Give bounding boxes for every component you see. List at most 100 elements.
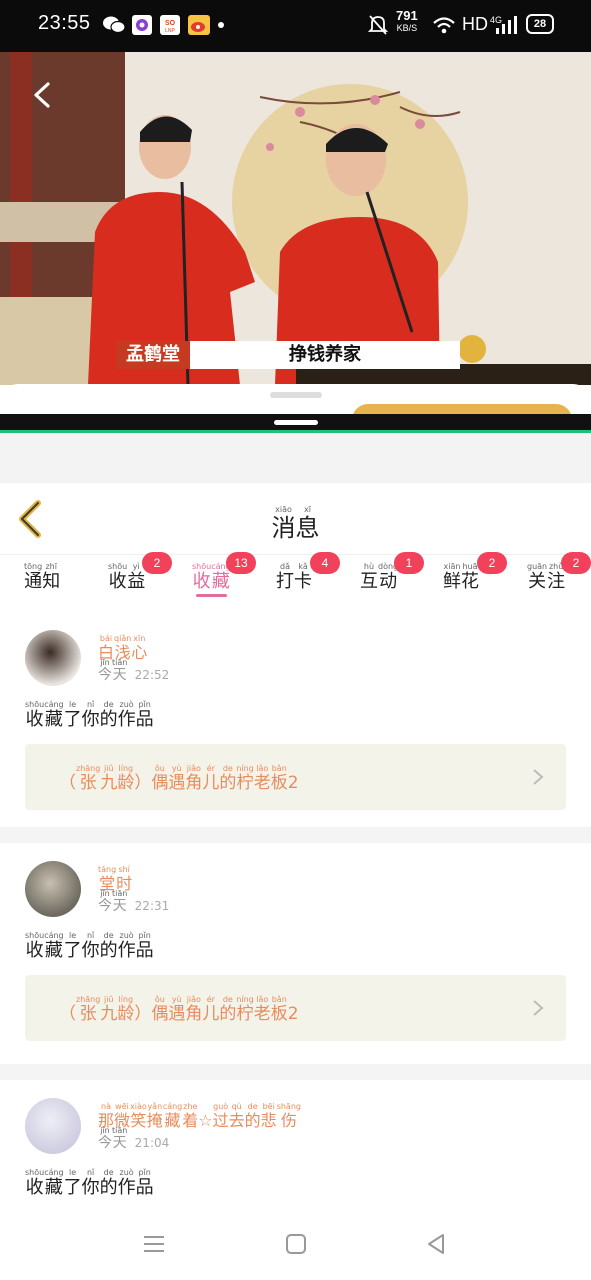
char: 过guò <box>212 1102 229 1130</box>
pinyin: xī <box>295 505 320 514</box>
char: 的de <box>99 700 118 730</box>
char: 打dǎ <box>276 562 294 592</box>
tab-4[interactable]: 互hù动dòng 1 <box>360 552 424 593</box>
char: 卡kǎ <box>294 562 312 592</box>
char: 的de <box>99 1168 118 1198</box>
pinyin: shāng <box>276 1102 301 1111</box>
tab-badge: 2 <box>561 552 591 574</box>
sheet-handle[interactable] <box>270 392 322 398</box>
char: ☆ <box>198 1111 213 1130</box>
pinyin: dǎ <box>276 562 294 571</box>
pinyin: shōu <box>25 931 45 940</box>
work-title: （张zhāng九jiǔ龄líng）偶ǒu遇yù角jiǎo儿ér的de柠níng老… <box>59 995 299 1024</box>
char: 你nǐ <box>81 931 100 961</box>
tab-1[interactable]: 收shōu益yì 2 <box>108 552 172 593</box>
tab-6[interactable]: 关guān注zhù 2 <box>527 552 591 593</box>
user-avatar[interactable] <box>25 861 81 917</box>
time-label: 21:04 <box>134 1136 170 1150</box>
action-text: 收shōu藏cáng了le你nǐ的de作zuò品pǐn <box>25 700 154 731</box>
char: 偶ǒu <box>151 764 169 793</box>
pinyin: de <box>219 995 237 1004</box>
pinyin: nà <box>98 1102 115 1111</box>
message-separator <box>0 1064 591 1080</box>
day-label: 今jīn天tiān <box>98 658 127 683</box>
video-back-icon[interactable] <box>28 80 56 110</box>
pinyin: guò <box>212 1102 229 1111</box>
pinyin: de <box>99 931 118 940</box>
pinyin: cáng <box>162 1102 183 1111</box>
pinyin: yù <box>168 764 186 773</box>
char: 天tiān <box>112 889 128 914</box>
char: 品pǐn <box>135 931 154 961</box>
nav-back-icon[interactable] <box>424 1232 448 1256</box>
pinyin: ǒu <box>151 764 169 773</box>
tab-5[interactable]: 鲜xiān花huā 2 <box>443 552 507 593</box>
char: 藏cáng <box>44 700 64 730</box>
pinyin: lǎo <box>253 995 271 1004</box>
tab-active-indicator <box>196 594 227 597</box>
message-item: 白bái浅qiǎn心xīn 今jīn天tiān22:52 收shōu藏cáng了le… <box>0 612 591 827</box>
tab-3[interactable]: 打dǎ卡kǎ 4 <box>276 552 340 593</box>
char: 品pǐn <box>135 700 154 730</box>
work-title: （张zhāng九jiǔ龄líng）偶ǒu遇yù角jiǎo儿ér的de柠níng老… <box>59 764 299 793</box>
char: 2 <box>287 773 299 793</box>
pinyin: tōng <box>24 562 43 571</box>
char: 的de <box>99 931 118 961</box>
pinyin: cáng <box>44 1168 64 1177</box>
tab-0[interactable]: 通tōng知zhī <box>24 562 60 593</box>
char: ） <box>134 1004 152 1024</box>
work-card[interactable]: （张zhāng九jiǔ龄líng）偶ǒu遇yù角jiǎo儿ér的de柠níng老… <box>25 975 566 1041</box>
tab-2[interactable]: 收shōu藏cáng 13 <box>192 552 256 593</box>
pinyin: shōu <box>108 562 128 571</box>
char: 角jiǎo <box>185 995 203 1024</box>
system-nav-bar <box>0 1208 591 1280</box>
user-avatar[interactable] <box>25 630 81 686</box>
char: 作zuò <box>117 1168 136 1198</box>
pinyin: shōu <box>25 1168 45 1177</box>
signal-4g-icon: 4G <box>490 15 517 34</box>
pinyin: jīn <box>98 889 112 898</box>
video-player[interactable]: 孟鹤堂 挣钱养家 <box>0 52 591 385</box>
char: 的de <box>219 995 237 1024</box>
char: 作zuò <box>117 700 136 730</box>
caption-title: 挣钱养家 <box>190 341 460 369</box>
char: 的de <box>219 764 237 793</box>
tab-bar: 通tōng知zhī 收shōu益yì 2 收shōu藏cáng 13 打dǎ卡kǎ 4 互hù… <box>0 552 591 612</box>
char: 板bǎn <box>270 995 288 1024</box>
char: 了le <box>63 931 82 961</box>
pinyin: zhī <box>42 562 61 571</box>
message-item: 那nà微wēi笑xiào掩yǎn藏cáng着zhe☆过guò去qù的de悲bēi… <box>0 1080 591 1208</box>
user-avatar[interactable] <box>25 1098 81 1154</box>
divider-handle[interactable] <box>274 420 318 425</box>
char: 龄líng <box>117 995 135 1024</box>
spacer-band <box>0 433 591 483</box>
pinyin: qù <box>228 1102 245 1111</box>
char: 通tōng <box>24 562 43 592</box>
svg-text:SO: SO <box>165 20 176 27</box>
char: 收shōu <box>192 562 212 592</box>
pinyin: ér <box>202 995 220 1004</box>
message-item: 堂táng时shí 今jīn天tiān22:31 收shōu藏cáng了le你nǐ的… <box>0 843 591 1064</box>
hd-label: HD <box>462 14 488 34</box>
work-card[interactable]: （张zhāng九jiǔ龄líng）偶ǒu遇yù角jiǎo儿ér的de柠níng老… <box>25 744 566 810</box>
char: 张zhāng <box>76 995 101 1024</box>
home-icon[interactable] <box>284 1232 308 1256</box>
char: 老lǎo <box>253 764 271 793</box>
char: 注zhù <box>547 562 566 592</box>
pinyin: líng <box>117 995 135 1004</box>
char: ） <box>134 773 152 793</box>
pinyin: líng <box>117 764 135 773</box>
pinyin: bǎn <box>270 995 288 1004</box>
char: 藏cáng <box>44 1168 64 1198</box>
pinyin: tiān <box>112 1126 128 1135</box>
char: 张zhāng <box>76 764 101 793</box>
pinyin: de <box>219 764 237 773</box>
tab-badge: 2 <box>477 552 507 574</box>
pinyin: ér <box>202 764 220 773</box>
split-divider[interactable] <box>0 414 591 430</box>
char: 收shōu <box>25 931 45 961</box>
menu-icon[interactable] <box>142 1232 166 1256</box>
battery-icon: 28 <box>526 14 554 34</box>
char: 收shōu <box>25 1168 45 1198</box>
char: 藏cáng <box>211 562 231 592</box>
